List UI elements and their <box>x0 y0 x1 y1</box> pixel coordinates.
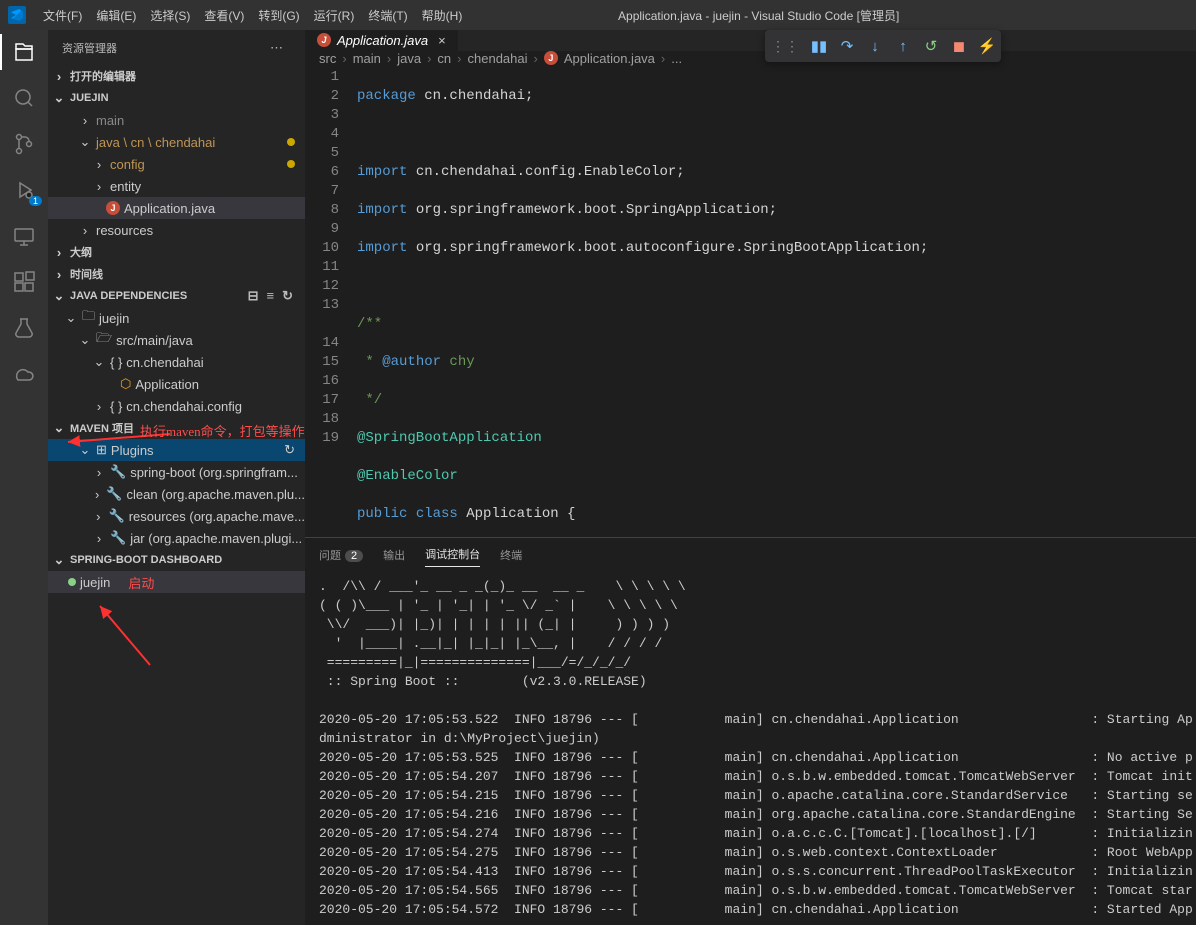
step-into-icon[interactable]: ↓ <box>867 38 883 54</box>
titlebar: 文件(F) 编辑(E) 选择(S) 查看(V) 转到(G) 运行(R) 终端(T… <box>0 0 1196 30</box>
menu-terminal[interactable]: 终端(T) <box>361 7 414 24</box>
deps-cn-chendahai-config[interactable]: ›{ }cn.chendahai.config <box>48 395 305 417</box>
deps-src-main-java[interactable]: ⌄🗁src/main/java <box>48 329 305 351</box>
sidebar: 资源管理器⋯ ›打开的编辑器 ⌄JUEJIN ›main ⌄java \ cn … <box>48 30 305 925</box>
editor-area: JApplication.java× src› main› java› cn› … <box>305 30 1196 925</box>
annotation-start: 启动 <box>128 573 154 592</box>
menu-view[interactable]: 查看(V) <box>197 7 251 24</box>
window-title: Application.java - juejin - Visual Studi… <box>469 7 1048 24</box>
panel-tab-debug-console[interactable]: 调试控制台 <box>425 542 480 567</box>
panel-tab-output[interactable]: 输出 <box>383 543 405 567</box>
deps-application-class[interactable]: ⬡Application <box>48 373 305 395</box>
run-debug-icon[interactable]: 1 <box>12 178 36 202</box>
wrench-icon: 🔧 <box>106 486 122 502</box>
step-over-icon[interactable]: ↷ <box>839 38 855 54</box>
plugin-icon: ⊞ <box>96 442 107 458</box>
remote-icon[interactable] <box>12 224 36 248</box>
panel-tabs: 问题2 输出 调试控制台 终端 <box>305 538 1196 571</box>
menu-run[interactable]: 运行(R) <box>307 7 362 24</box>
tree-collapse-icon[interactable]: ⊟ <box>248 288 259 304</box>
test-icon[interactable] <box>12 316 36 340</box>
menu-select[interactable]: 选择(S) <box>143 7 197 24</box>
tree-item-application-java[interactable]: JApplication.java <box>48 197 305 219</box>
running-dot-icon <box>68 578 76 586</box>
deps-juejin[interactable]: ⌄🗀juejin <box>48 307 305 329</box>
sb-project-juejin[interactable]: juejin启动 <box>48 571 305 593</box>
refresh-icon[interactable]: ↻ <box>284 442 295 458</box>
code-editor[interactable]: 12345678910111213141516171819 package cn… <box>305 66 1196 537</box>
section-juejin[interactable]: ⌄JUEJIN <box>48 87 305 109</box>
java-file-icon: J <box>317 33 331 47</box>
maven-plugin-resources[interactable]: ›🔧resources (org.apache.mave... <box>48 505 305 527</box>
section-timeline[interactable]: ›时间线 <box>48 263 305 285</box>
stop-icon[interactable]: ◼ <box>951 38 967 54</box>
hot-reload-icon[interactable]: ⚡ <box>979 38 995 54</box>
maven-plugin-clean[interactable]: ›🔧clean (org.apache.maven.plu... <box>48 483 305 505</box>
panel-tab-problems[interactable]: 问题2 <box>319 543 363 567</box>
panel-tab-terminal[interactable]: 终端 <box>500 543 522 567</box>
package-icon: { } <box>110 355 122 370</box>
step-out-icon[interactable]: ↑ <box>895 38 911 54</box>
cloud-icon[interactable] <box>12 362 36 386</box>
project-icon: 🗀 <box>82 307 95 329</box>
juejin-tree: ›main ⌄java \ cn \ chendahai ›config ›en… <box>48 109 305 241</box>
explorer-icon[interactable] <box>12 40 36 64</box>
modified-dot-icon <box>287 138 295 146</box>
menu-goto[interactable]: 转到(G) <box>251 7 306 24</box>
drag-grip-icon[interactable]: ⋮⋮ <box>771 38 799 55</box>
close-icon[interactable]: × <box>438 33 446 48</box>
sidebar-title: 资源管理器⋯ <box>48 30 305 65</box>
maven-plugin-jar[interactable]: ›🔧jar (org.apache.maven.plugi... <box>48 527 305 549</box>
extensions-icon[interactable] <box>12 270 36 294</box>
maven-plugins[interactable]: ⌄⊞Plugins↻ <box>48 439 305 461</box>
pause-icon[interactable]: ▮▮ <box>811 38 827 54</box>
wrench-icon: 🔧 <box>109 508 125 524</box>
wrench-icon: 🔧 <box>110 530 126 546</box>
menu-edit[interactable]: 编辑(E) <box>89 7 143 24</box>
package-icon: { } <box>110 399 122 414</box>
section-java-deps[interactable]: ⌄JAVA DEPENDENCIES⊟≡↻ <box>48 285 305 307</box>
tabbar: JApplication.java× <box>305 30 1196 51</box>
line-gutter: 12345678910111213141516171819 <box>305 68 357 537</box>
vscode-logo-icon <box>8 6 26 24</box>
code-source[interactable]: package cn.chendahai; import cn.chendaha… <box>357 68 1196 537</box>
menubar: 文件(F) 编辑(E) 选择(S) 查看(V) 转到(G) 运行(R) 终端(T… <box>36 7 469 24</box>
tree-item-main[interactable]: ›main <box>48 109 305 131</box>
source-control-icon[interactable] <box>12 132 36 156</box>
section-spring-boot-dashboard[interactable]: ⌄SPRING-BOOT DASHBOARD <box>48 549 305 571</box>
tree-item-entity[interactable]: ›entity <box>48 175 305 197</box>
activitybar: 1 <box>0 30 48 925</box>
tree-item-resources[interactable]: ›resources <box>48 219 305 241</box>
sb-dashboard-tree: juejin启动 <box>48 571 305 593</box>
restart-icon[interactable]: ↺ <box>923 38 939 54</box>
maven-tree: ⌄⊞Plugins↻ ›🔧spring-boot (org.springfram… <box>48 439 305 549</box>
menu-file[interactable]: 文件(F) <box>36 7 89 24</box>
java-file-icon: J <box>544 51 558 65</box>
debug-console-output[interactable]: . /\\ / ___'_ __ _ _(_)_ __ __ _ \ \ \ \… <box>305 571 1196 925</box>
tree-item-java-cn-chendahai[interactable]: ⌄java \ cn \ chendahai <box>48 131 305 153</box>
debug-toolbar[interactable]: ⋮⋮ ▮▮ ↷ ↓ ↑ ↺ ◼ ⚡ <box>765 30 1001 62</box>
class-icon: ⬡ <box>120 376 131 392</box>
wrench-icon: 🔧 <box>110 464 126 480</box>
section-open-editors[interactable]: ›打开的编辑器 <box>48 65 305 87</box>
maven-plugin-spring-boot[interactable]: ›🔧spring-boot (org.springfram... <box>48 461 305 483</box>
modified-dot-icon <box>287 160 295 168</box>
deps-cn-chendahai[interactable]: ⌄{ }cn.chendahai <box>48 351 305 373</box>
section-maven[interactable]: ⌄MAVEN 项目 <box>48 417 305 439</box>
java-deps-tree: ⌄🗀juejin ⌄🗁src/main/java ⌄{ }cn.chendaha… <box>48 307 305 417</box>
menu-help[interactable]: 帮助(H) <box>415 7 470 24</box>
tab-application-java[interactable]: JApplication.java× <box>305 30 459 51</box>
folder-icon: 🗁 <box>96 329 112 351</box>
search-icon[interactable] <box>12 86 36 110</box>
java-file-icon: J <box>106 201 120 215</box>
breadcrumb[interactable]: src› main› java› cn› chendahai› JApplica… <box>305 51 1196 66</box>
tree-flat-icon[interactable]: ≡ <box>267 288 275 304</box>
tree-item-config[interactable]: ›config <box>48 153 305 175</box>
refresh-icon[interactable]: ↻ <box>282 288 293 304</box>
panel: 问题2 输出 调试控制台 终端 . /\\ / ___'_ __ _ _(_)_… <box>305 537 1196 925</box>
section-outline[interactable]: ›大纲 <box>48 241 305 263</box>
